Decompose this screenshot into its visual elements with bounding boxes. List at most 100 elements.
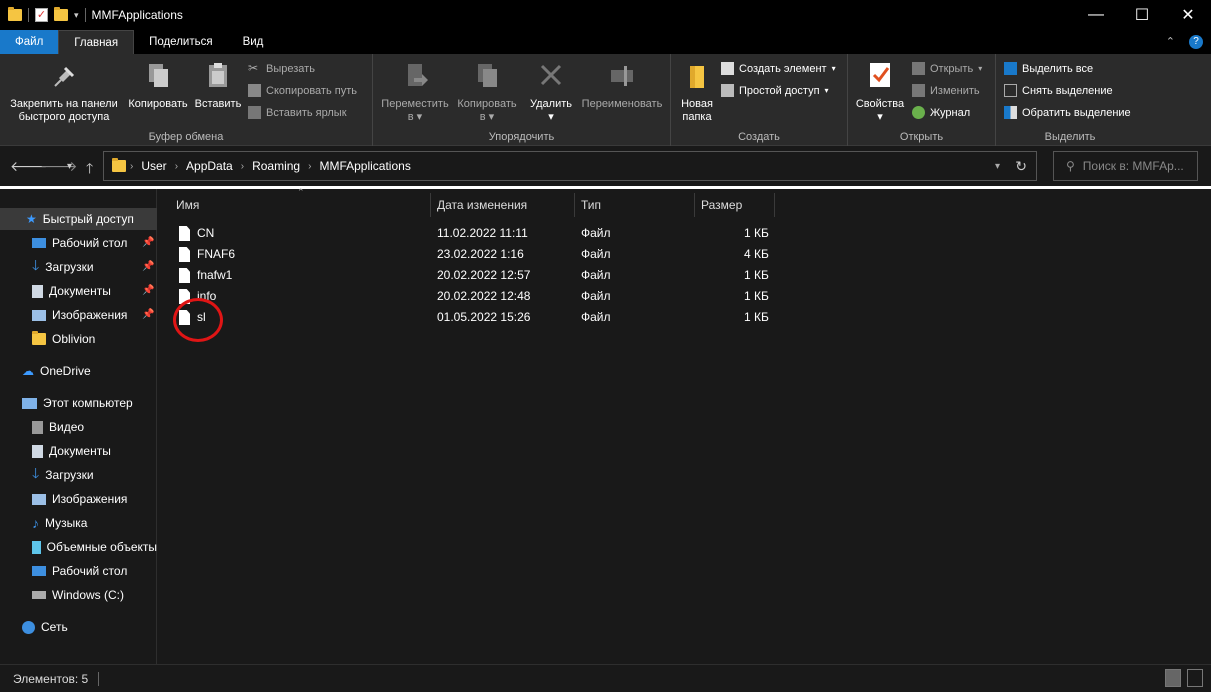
address-dropdown-chevron-icon[interactable]: ▾ [995,161,1000,172]
history-icon [912,106,925,119]
open-button[interactable]: Открыть ▾ [912,62,982,75]
pin-icon[interactable]: 📌 [142,285,154,296]
sidebar-item-quick-access[interactable]: ★ Быстрый доступ [0,208,157,230]
table-row[interactable]: info 20.02.2022 12:48 Файл 1 КБ [176,285,776,306]
paste-shortcut-button[interactable]: Вставить ярлык [248,106,347,119]
delete-button[interactable]: Удалить ▾ [525,60,577,124]
file-type: Файл [581,226,611,240]
breadcrumb-separator[interactable]: › [175,161,178,172]
select-all-button[interactable]: Выделить все [1004,62,1093,75]
sidebar-item-onedrive[interactable]: ☁ OneDrive [22,360,91,382]
open-icon [912,62,925,75]
select-all-icon [1004,62,1017,75]
pin-icon[interactable]: 📌 [142,261,154,272]
tab-file[interactable]: Файл [0,30,59,54]
tab-home[interactable]: Главная [58,30,135,54]
toolbar-separator [28,8,29,22]
breadcrumb-separator[interactable]: › [130,161,133,172]
paste-button[interactable]: Вставить [192,60,244,111]
copy-icon [149,64,168,87]
address-bar[interactable]: › User › AppData › Roaming › MMFApplicat… [103,151,1037,181]
pin-icon[interactable]: 📌 [142,309,154,320]
column-header-name[interactable]: Имя [170,193,431,217]
file-type: Файл [581,268,611,282]
star-icon: ★ [26,212,37,226]
search-input[interactable]: Поиск в: MMFAp... [1083,159,1184,173]
computer-icon [22,397,37,409]
edit-button[interactable]: Изменить [912,84,980,97]
rename-icon [611,66,633,86]
customize-toolbar-chevron-icon[interactable]: ▾ [74,10,79,21]
sidebar-item-3d-objects[interactable]: Объемные объекты [32,536,157,558]
move-to-button[interactable]: Переместить в ▾ [377,60,453,124]
breadcrumb-appdata[interactable]: AppData [186,159,233,173]
sidebar-item-this-pc[interactable]: Этот компьютер [22,392,133,414]
new-folder-icon[interactable] [54,7,68,21]
up-arrow-icon[interactable]: 🡑 [86,158,93,182]
file-name: FNAF6 [197,247,236,261]
close-button[interactable]: ✕ [1165,0,1211,30]
sidebar-item-pc-pictures[interactable]: Изображения [32,488,127,510]
new-folder-button[interactable]: Новая папка [677,60,717,124]
pin-quick-access-button[interactable]: Закрепить на панели быстрого доступа [4,60,124,124]
refresh-icon[interactable]: ↻ [1015,158,1027,175]
download-arrow-icon: 🡓 [32,257,40,273]
properties-button[interactable]: Свойства ▾ [854,60,906,124]
pin-icon[interactable]: 📌 [142,237,154,248]
table-row[interactable]: sl 01.05.2022 15:26 Файл 1 КБ [176,306,776,327]
sidebar-item-drive-c[interactable]: Windows (C:) [32,584,124,606]
breadcrumb-roaming[interactable]: Roaming [252,159,300,173]
column-header-size[interactable]: Размер [695,193,775,217]
details-view-button[interactable] [1165,669,1181,687]
file-type: Файл [581,310,611,324]
recent-locations-chevron-icon[interactable]: ▾ [67,161,72,172]
collapse-ribbon-chevron-icon[interactable]: ⌃ [1166,35,1175,49]
sidebar-item-music[interactable]: ♪ Музыка [32,512,87,534]
column-header-date[interactable]: Дата изменения [431,193,575,217]
breadcrumb-separator[interactable]: › [241,161,244,172]
sidebar-item-pc-desktop[interactable]: Рабочий стол [32,560,127,582]
properties-icon[interactable]: ✓ [35,8,48,22]
sidebar-item-videos[interactable]: Видео [32,416,84,438]
cut-button[interactable]: ✂ Вырезать [248,62,315,75]
select-none-button[interactable]: Снять выделение [1004,84,1113,97]
ribbon: Закрепить на панели быстрого доступа Коп… [0,54,1211,146]
rename-button[interactable]: Переименовать [575,60,669,111]
table-row[interactable]: CN 11.02.2022 11:11 Файл 1 КБ [176,222,776,243]
history-button[interactable]: Журнал [912,106,970,119]
copy-to-button[interactable]: Копировать в ▾ [453,60,521,124]
sidebar-item-desktop[interactable]: Рабочий стол [32,232,127,254]
tab-share[interactable]: Поделиться [134,30,228,54]
file-date: 11.02.2022 11:11 [437,226,528,240]
sidebar-item-network[interactable]: Сеть [22,616,68,638]
create-group: Новая папка Создать элемент ▾ Простой дос… [671,54,848,146]
large-icons-view-button[interactable] [1187,669,1203,687]
tab-view[interactable]: Вид [228,30,279,54]
breadcrumb-mmfapplications[interactable]: MMFApplications [319,159,410,173]
breadcrumb-separator[interactable]: › [308,161,311,172]
search-box[interactable]: ⚲ Поиск в: MMFAp... [1053,151,1198,181]
easy-access-button[interactable]: Простой доступ ▾ [721,84,829,97]
sidebar-item-downloads[interactable]: 🡓 Загрузки [32,256,94,278]
status-bar: Элементов: 5 [0,664,1211,692]
file-type: Файл [581,289,611,303]
sidebar-item-documents[interactable]: Документы [32,280,111,302]
sidebar-item-oblivion[interactable]: Oblivion [32,328,95,350]
new-item-button[interactable]: Создать элемент ▾ [721,62,836,75]
help-icon[interactable]: ? [1189,35,1203,49]
column-header-type[interactable]: Тип [575,193,695,217]
breadcrumb-user[interactable]: User [141,159,166,173]
table-row[interactable]: fnafw1 20.02.2022 12:57 Файл 1 КБ [176,264,776,285]
table-row[interactable]: FNAF6 23.02.2022 1:16 Файл 4 КБ [176,243,776,264]
maximize-button[interactable]: ☐ [1119,0,1165,30]
sidebar-item-pc-documents[interactable]: Документы [32,440,111,462]
file-date: 20.02.2022 12:57 [437,268,531,282]
annotation-circle [173,298,223,342]
sidebar-item-pc-downloads[interactable]: 🡓 Загрузки [32,464,94,486]
sidebar-item-pictures[interactable]: Изображения [32,304,127,326]
minimize-button[interactable]: — [1073,0,1119,30]
copy-button[interactable]: Копировать [125,60,191,111]
invert-selection-button[interactable]: Обратить выделение [1004,106,1131,119]
clipboard-group-label: Буфер обмена [148,131,224,143]
copy-path-button[interactable]: Скопировать путь [248,84,357,97]
